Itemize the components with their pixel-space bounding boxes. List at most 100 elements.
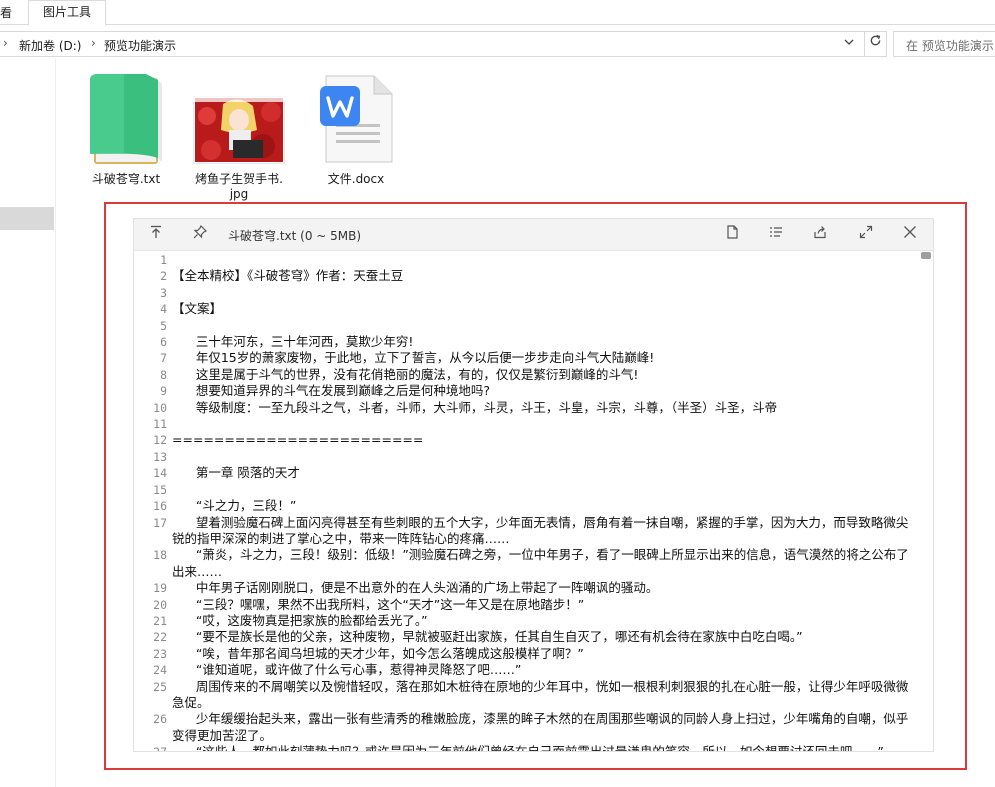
text-line: 11 <box>134 416 919 432</box>
search-input[interactable]: 在 预览功能演示 <box>893 31 995 57</box>
text-line: 2 【全本精校】《斗破苍穹》作者：天蚕土豆 <box>134 268 919 284</box>
line-text: 这里是属于斗气的世界，没有花俏艳丽的魔法，有的，仅仅是繁衍到巅峰的斗气! <box>172 366 639 382</box>
line-number: 20 <box>153 597 167 612</box>
line-number: 10 <box>153 400 167 415</box>
line-number: 23 <box>153 646 167 661</box>
line-text <box>172 318 919 334</box>
chevron-right-icon[interactable]: › <box>91 36 96 50</box>
line-number: 19 <box>153 581 167 596</box>
text-content-area[interactable]: 1 2 【全本精校】《斗破苍穹》作者：天蚕土豆 3 4 【文案】 5 6 三十年河东，三十年河… <box>134 252 919 751</box>
line-text <box>172 449 919 465</box>
file-item-txt[interactable]: 斗破苍穹.txt <box>82 70 170 187</box>
line-text <box>172 285 919 301</box>
text-line: 4 【文案】 <box>134 301 919 317</box>
line-number: 16 <box>153 499 167 514</box>
open-file-icon[interactable] <box>722 225 742 245</box>
line-text: 周围传来的不屑嘲笑以及惋惜轻叹，落在那如木桩待在原地的少年耳中，恍如一根根利刺狠… <box>172 678 909 710</box>
file-name: 斗破苍穹.txt <box>91 172 161 186</box>
line-text: 少年缓缓抬起头来，露出一张有些清秀的稚嫩脸庞，漆黑的眸子木然的在周围那些嘲讽的同… <box>172 711 909 743</box>
line-number: 3 <box>160 285 167 300</box>
line-number: 5 <box>160 318 167 333</box>
text-line: 9 想要知道异界的斗气在发展到巅峰之后是何种境地吗? <box>134 383 919 399</box>
text-line: 27 “这些人，都如此刻薄势力吗？或许是因为三年前他们曾经在自己面前露出过最谦卑… <box>134 744 919 751</box>
scrollbar-track[interactable] <box>919 252 933 751</box>
text-line: 17 望着测验魔石碑上面闪亮得甚至有些刺眼的五个大字，少年面无表情，唇角有着一抹… <box>134 515 919 548</box>
line-number: 4 <box>160 302 167 317</box>
tab-picture-tools[interactable]: 图片工具 <box>28 0 106 26</box>
line-number: 14 <box>153 466 167 481</box>
line-text: 三十年河东，三十年河西，莫欺少年穷! <box>172 334 414 350</box>
share-icon[interactable] <box>810 225 830 245</box>
text-line: 26 少年缓缓抬起头来，露出一张有些清秀的稚嫩脸庞，漆黑的眸子木然的在周围那些嘲… <box>134 711 919 744</box>
line-number: 1 <box>160 253 167 267</box>
close-icon[interactable] <box>900 225 920 245</box>
line-text: “三段？嘿嘿，果然不出我所料，这个“天才”这一年又是在原地踏步！” <box>172 596 585 612</box>
file-name-line1: 烤鱼子生贺手书. <box>195 172 283 186</box>
text-line: 6 三十年河东，三十年河西，莫欺少年穷! <box>134 334 919 350</box>
line-text: “斗之力，三段！” <box>172 498 297 514</box>
file-item-docx[interactable]: 文件.docx <box>314 74 398 187</box>
line-number: 8 <box>160 367 167 382</box>
line-text: “哎，这废物真是把家族的脸都给丢光了。” <box>172 612 428 628</box>
text-line: 18 “萧炎，斗之力，三段！级别：低级！”测验魔石碑之旁，一位中年男子，看了一眼… <box>134 547 919 580</box>
line-text <box>172 482 919 498</box>
line-text: 第一章 陨落的天才 <box>172 465 300 481</box>
pin-icon[interactable] <box>190 224 210 245</box>
text-line: 21 “哎，这废物真是把家族的脸都给丢光了。” <box>134 613 919 629</box>
line-number: 15 <box>153 482 167 497</box>
text-line: 20 “三段？嘿嘿，果然不出我所料，这个“天才”这一年又是在原地踏步！” <box>134 597 919 613</box>
line-number: 2 <box>160 269 167 284</box>
notepad-icon <box>90 74 162 164</box>
wps-doc-icon <box>320 75 393 163</box>
line-text: “要不是族长是他的父亲，这种废物，早就被驱赶出家族，任其自生自灭了，哪还有机会待… <box>172 629 803 645</box>
line-number: 12 <box>153 433 167 448</box>
text-line: 10 等级制度：一至九段斗之气，斗者，斗师，大斗师，斗灵，斗王，斗皇，斗宗，斗尊… <box>134 400 919 416</box>
text-line: 14 第一章 陨落的天才 <box>134 465 919 481</box>
line-number: 13 <box>153 449 167 464</box>
line-text: 中年男子话刚刚脱口，便是不出意外的在人头汹涌的广场上带起了一阵嘲讽的骚动。 <box>172 580 659 596</box>
line-number: 21 <box>153 613 167 628</box>
text-line: 24 “谁知道呢，或许做了什么亏心事，惹得神灵降怒了吧……” <box>134 662 919 678</box>
navigation-pane <box>0 58 56 787</box>
line-text: “这些人，都如此刻薄势力吗？或许是因为三年前他们曾经在自己面前露出过最谦卑的笑容… <box>172 744 919 751</box>
line-text: 望着测验魔石碑上面闪亮得甚至有些刺眼的五个大字，少年面无表情，唇角有着一抹自嘲，… <box>172 514 909 546</box>
line-text: 等级制度：一至九段斗之气，斗者，斗师，大斗师，斗灵，斗王，斗皇，斗宗，斗尊，（半… <box>172 399 778 415</box>
text-line: 13 <box>134 449 919 465</box>
breadcrumb-drive[interactable]: 新加卷 (D:) <box>19 37 81 54</box>
quick-preview-panel: 斗破苍穹.txt (0 ~ 5MB) 1 2 【全本精校】《斗破苍穹》作者：天蚕土豆… <box>133 218 934 752</box>
text-line: 8 这里是属于斗气的世界，没有花俏艳丽的魔法，有的，仅仅是繁衍到巅峰的斗气! <box>134 367 919 383</box>
line-number: 6 <box>160 335 167 350</box>
nav-selected-item[interactable] <box>0 207 54 230</box>
line-text: “唉，昔年那名闻乌坦城的天才少年，如今怎么落魄成这般模样了啊？” <box>172 645 584 661</box>
list-view-icon[interactable] <box>766 225 786 245</box>
pin-top-icon[interactable] <box>146 225 166 245</box>
file-item-jpg[interactable]: 烤鱼子生贺手书. jpg <box>190 95 288 202</box>
text-line: 16 “斗之力，三段！” <box>134 498 919 514</box>
text-line: 19 中年男子话刚刚脱口，便是不出意外的在人头汹涌的广场上带起了一阵嘲讽的骚动。 <box>134 580 919 596</box>
line-number: 26 <box>153 712 167 727</box>
line-number: 7 <box>160 351 167 366</box>
line-number: 9 <box>160 384 167 399</box>
search-placeholder: 在 预览功能演示 <box>906 39 994 53</box>
line-text: 想要知道异界的斗气在发展到巅峰之后是何种境地吗? <box>172 383 490 399</box>
line-number: 17 <box>153 515 167 530</box>
text-line: 12 ======================== <box>134 432 919 448</box>
image-thumbnail <box>192 95 286 165</box>
expand-icon[interactable] <box>856 225 876 245</box>
text-line: 25 周围传来的不屑嘲笑以及惋惜轻叹，落在那如木桩待在原地的少年耳中，恍如一根根… <box>134 679 919 712</box>
breadcrumb-folder[interactable]: 预览功能演示 <box>104 37 176 54</box>
line-text: 【文案】 <box>172 301 223 317</box>
line-number: 22 <box>153 630 167 645</box>
text-line: 22 “要不是族长是他的父亲，这种废物，早就被驱赶出家族，任其自生自灭了，哪还有… <box>134 629 919 645</box>
text-line: 1 <box>134 252 919 268</box>
ribbon-tabs: 看 图片工具 <box>0 0 995 26</box>
text-line: 23 “唉，昔年那名闻乌坦城的天才少年，如今怎么落魄成这般模样了啊？” <box>134 646 919 662</box>
refresh-icon[interactable] <box>864 32 886 56</box>
address-dropdown-icon[interactable] <box>840 34 858 54</box>
scrollbar-thumb[interactable] <box>921 252 931 259</box>
line-text: ======================== <box>172 432 424 448</box>
address-bar[interactable]: › 新加卷 (D:) › 预览功能演示 <box>0 31 887 57</box>
file-name: 文件.docx <box>327 172 385 186</box>
line-text <box>172 252 919 268</box>
tab-view[interactable]: 看 <box>0 4 12 21</box>
